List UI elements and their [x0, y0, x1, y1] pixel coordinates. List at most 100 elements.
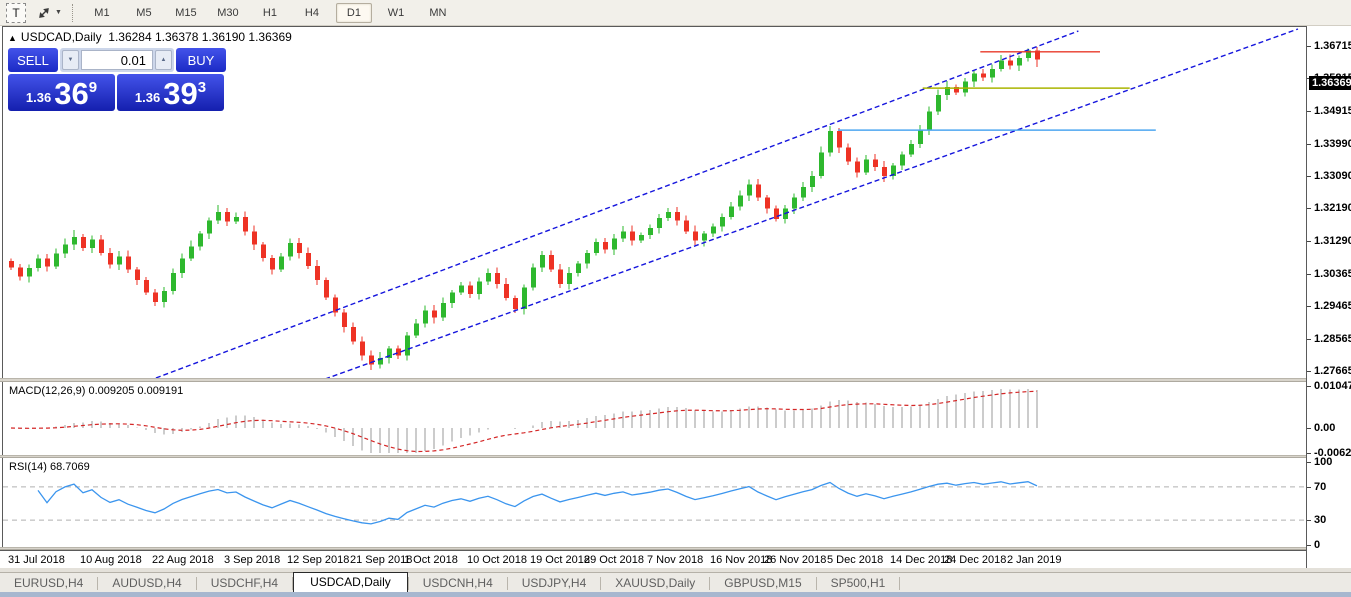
- rsi-indicator-label: RSI(14) 68.7069: [9, 461, 90, 473]
- sell-price-prefix: 1.36: [25, 90, 52, 105]
- rsi-panel-canvas[interactable]: RSI(14) 68.7069: [2, 458, 1307, 547]
- price-axis[interactable]: 1.367151.358151.349151.339901.330901.321…: [1306, 26, 1351, 568]
- timeframe-w1[interactable]: W1: [378, 3, 414, 23]
- time-axis-label: 24 Dec 2018: [944, 554, 1007, 566]
- timeframe-m1[interactable]: M1: [84, 3, 120, 23]
- chart-title: ▲ USDCAD,Daily 1.36284 1.36378 1.36190 1.…: [8, 30, 292, 44]
- volume-increase-button[interactable]: ▲: [155, 50, 172, 70]
- price-axis-label: 1.31290: [1314, 234, 1351, 247]
- macd-axis-label: 0.00: [1314, 422, 1336, 434]
- price-axis-label: 1.36715: [1314, 40, 1351, 52]
- axis-tick-mark: [1307, 487, 1311, 488]
- macd-axis-label: 0.010474: [1314, 380, 1351, 392]
- volume-stepper: ▼ 0.01 ▲: [60, 48, 174, 72]
- timeframe-h4[interactable]: H4: [294, 3, 330, 23]
- tab-separator: [899, 577, 901, 590]
- tab-xauusd-daily[interactable]: XAUUSD,Daily: [601, 574, 709, 593]
- rsi-axis-label: 30: [1314, 514, 1327, 526]
- time-axis-label: 3 Sep 2018: [224, 554, 281, 566]
- timeframe-m5[interactable]: M5: [126, 3, 162, 23]
- sell-price-sup: 9: [88, 79, 98, 96]
- tab-usdchf-h4[interactable]: USDCHF,H4: [197, 574, 292, 593]
- time-axis-label: 5 Dec 2018: [827, 554, 884, 566]
- window-bottom-edge: [0, 592, 1351, 597]
- price-axis-label: 1.34915: [1314, 104, 1351, 117]
- tab-sp500-h1[interactable]: SP500,H1: [817, 574, 900, 593]
- time-axis-label: 26 Nov 2018: [764, 554, 827, 566]
- diagonal-arrows-icon: [39, 7, 49, 18]
- volume-decrease-button[interactable]: ▼: [62, 50, 79, 70]
- mt4-window: T ▼ M1 M5 M15 M30 H1 H4 D1 W1 MN ▲ USDCAD,Daily 1…: [0, 0, 1351, 597]
- axis-tick-mark: [1307, 110, 1311, 112]
- time-axis-label: 10 Aug 2018: [80, 554, 142, 566]
- macd-panel-canvas[interactable]: MACD(12,26,9) 0.009205 0.009191: [2, 382, 1307, 455]
- buy-price-prefix: 1.36: [134, 90, 161, 105]
- axis-tick-mark: [1307, 386, 1311, 387]
- time-axis-label: 22 Aug 2018: [152, 554, 214, 566]
- price-axis-label: 1.27665: [1314, 364, 1351, 377]
- one-click-trade-panel: SELL ▼ 0.01 ▲ BUY 1.36 36 9 1.36 39 3: [8, 48, 226, 111]
- cursor-arrows-tool[interactable]: ▼: [36, 5, 62, 21]
- timeframe-mn[interactable]: MN: [420, 3, 456, 23]
- buy-price-display[interactable]: 1.36 39 3: [117, 74, 224, 111]
- time-axis-label: 12 Sep 2018: [287, 554, 350, 566]
- time-axis-label: 10 Oct 2018: [467, 554, 527, 566]
- buy-price-sup: 3: [197, 79, 207, 96]
- axis-tick-mark: [1307, 208, 1311, 210]
- time-axis-label: 2 Jan 2019: [1007, 554, 1062, 566]
- tab-usdcad-daily[interactable]: USDCAD,Daily: [293, 572, 408, 593]
- price-axis-label: 1.33090: [1314, 170, 1351, 183]
- axis-tick-mark: [1307, 338, 1311, 340]
- tab-usdjpy-h4[interactable]: USDJPY,H4: [508, 574, 600, 593]
- time-axis[interactable]: 31 Jul 2018 10 Aug 2018 22 Aug 2018 3 Sep 2…: [0, 550, 1351, 569]
- rsi-axis-label: 0: [1314, 539, 1321, 551]
- toolbar-grip: [71, 3, 73, 22]
- price-axis-label: 1.28565: [1314, 332, 1351, 345]
- axis-tick-mark: [1307, 545, 1311, 546]
- timeframe-m15[interactable]: M15: [168, 3, 204, 23]
- price-axis-label: 1.33990: [1314, 137, 1351, 150]
- axis-tick-mark: [1307, 240, 1311, 242]
- tab-eurusd-h4[interactable]: EURUSD,H4: [0, 574, 97, 593]
- time-axis-label: 29 Oct 2018: [584, 554, 644, 566]
- axis-tick-mark: [1307, 274, 1311, 276]
- symbol-timeframe-label: USDCAD,Daily: [20, 30, 102, 44]
- symbol-collapse-arrow-icon[interactable]: ▲: [8, 33, 17, 43]
- axis-tick-mark: [1307, 46, 1311, 47]
- dropdown-caret-icon[interactable]: ▼: [55, 9, 62, 16]
- current-price-tag: 1.36369: [1309, 76, 1351, 91]
- text-tool-icon[interactable]: T: [6, 2, 26, 23]
- sell-price-display[interactable]: 1.36 36 9: [8, 74, 115, 111]
- macd-indicator-label: MACD(12,26,9) 0.009205 0.009191: [9, 385, 184, 397]
- axis-tick-mark: [1307, 453, 1311, 454]
- rsi-axis-label: 70: [1314, 481, 1327, 493]
- tab-gbpusd-m15[interactable]: GBPUSD,M15: [710, 574, 815, 593]
- sell-price-big: 36: [54, 76, 89, 111]
- axis-tick-mark: [1307, 428, 1311, 429]
- time-axis-label: 1 Oct 2018: [404, 554, 458, 566]
- rsi-axis-label: 100: [1314, 456, 1333, 468]
- price-axis-label: 1.32190: [1314, 202, 1351, 215]
- ohlc-values: 1.36284 1.36378 1.36190 1.36369: [108, 30, 292, 44]
- chart-tab-bar: EURUSD,H4 AUDUSD,H4 USDCHF,H4 USDCAD,Daily U…: [0, 572, 1351, 593]
- axis-tick-mark: [1307, 306, 1311, 308]
- buy-price-big: 39: [163, 76, 198, 111]
- tab-usdcnh-h4[interactable]: USDCNH,H4: [409, 574, 507, 593]
- sell-button[interactable]: SELL: [8, 48, 58, 72]
- axis-tick-mark: [1307, 370, 1311, 372]
- timeframe-m30[interactable]: M30: [210, 3, 246, 23]
- time-axis-label: 7 Nov 2018: [647, 554, 704, 566]
- buy-button[interactable]: BUY: [176, 48, 226, 72]
- axis-tick-mark: [1307, 176, 1311, 178]
- timeframe-button-group: M1 M5 M15 M30 H1 H4 D1 W1 MN: [81, 2, 459, 23]
- axis-tick-mark: [1307, 520, 1311, 521]
- time-axis-label: 19 Oct 2018: [530, 554, 590, 566]
- time-axis-label: 31 Jul 2018: [8, 554, 65, 566]
- timeframe-d1[interactable]: D1: [335, 2, 372, 23]
- volume-input[interactable]: 0.01: [81, 50, 153, 70]
- top-toolbar: T ▼ M1 M5 M15 M30 H1 H4 D1 W1 MN: [0, 0, 1351, 26]
- price-axis-label: 1.29465: [1314, 300, 1351, 313]
- price-axis-label: 1.30365: [1314, 268, 1351, 281]
- tab-audusd-h4[interactable]: AUDUSD,H4: [98, 574, 195, 593]
- timeframe-h1[interactable]: H1: [252, 3, 288, 23]
